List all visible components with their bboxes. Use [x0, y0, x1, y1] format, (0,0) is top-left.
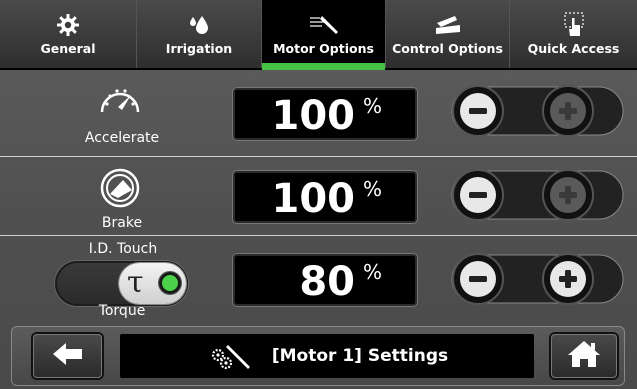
- tab-label: Quick Access: [527, 41, 620, 56]
- toggle-knob: τ: [119, 263, 186, 304]
- tab-label: Control Options: [392, 41, 503, 56]
- accelerate-increase-button[interactable]: [543, 86, 593, 136]
- torque-value: 80: [299, 259, 355, 305]
- brake-unit: %: [363, 177, 383, 201]
- id-touch-toggle[interactable]: τ: [55, 261, 188, 306]
- tau-symbol: τ: [127, 265, 144, 300]
- torque-increase-button[interactable]: [543, 254, 593, 304]
- tab-label: Motor Options: [273, 41, 374, 56]
- divider: [0, 156, 637, 157]
- accelerate-unit: %: [363, 94, 383, 118]
- brake-value: 100: [271, 176, 356, 222]
- speedometer-icon: [97, 84, 143, 120]
- back-arrow-icon: [51, 341, 85, 371]
- back-button[interactable]: [33, 334, 102, 378]
- tab-irrigation[interactable]: Irrigation: [137, 0, 262, 68]
- divider: [0, 235, 637, 236]
- tab-quick-access[interactable]: Quick Access: [510, 0, 637, 68]
- brake-label: Brake: [101, 215, 143, 231]
- tab-bar: General Irrigation Motor Options Control…: [0, 0, 637, 70]
- accelerate-decrease-button[interactable]: [453, 86, 503, 136]
- torque-unit: %: [363, 260, 383, 284]
- tab-label: Irrigation: [165, 41, 233, 56]
- foot-pedal-icon: [433, 13, 463, 37]
- settings-panel: Accelerate 100 % Brake 100 % I.D. Touch …: [0, 70, 637, 389]
- tab-general[interactable]: General: [0, 0, 137, 68]
- gear-icon: [56, 13, 80, 37]
- motor-settings-icon: [206, 337, 258, 375]
- torque-value-display: 80 %: [233, 254, 417, 306]
- brake-stepper: [450, 166, 625, 224]
- brake-value-display: 100 %: [233, 171, 417, 223]
- accelerate-stepper: [450, 82, 625, 140]
- screen-title: [Motor 1] Settings: [271, 346, 449, 366]
- tab-motor-options[interactable]: Motor Options: [262, 0, 386, 70]
- tab-control-options[interactable]: Control Options: [386, 0, 510, 68]
- accelerate-value: 100: [271, 93, 356, 139]
- tab-label: General: [40, 41, 96, 56]
- brake-decrease-button[interactable]: [453, 170, 503, 220]
- brake-increase-button[interactable]: [543, 170, 593, 220]
- accelerate-label: Accelerate: [84, 130, 160, 146]
- home-button[interactable]: [551, 334, 617, 378]
- home-icon: [567, 339, 601, 373]
- brake-icon: [99, 168, 141, 212]
- screen-title-bar: [Motor 1] Settings: [120, 334, 534, 378]
- touch-hand-icon: [562, 12, 586, 37]
- torque-stepper: [450, 250, 625, 308]
- status-led: [159, 272, 181, 294]
- torque-label: Torque: [98, 303, 146, 319]
- footer-bar: [Motor 1] Settings: [11, 326, 625, 386]
- id-touch-label: I.D. Touch: [88, 241, 158, 257]
- torque-decrease-button[interactable]: [453, 254, 503, 304]
- handpiece-icon: [306, 13, 342, 37]
- accelerate-value-display: 100 %: [233, 88, 417, 140]
- water-drops-icon: [187, 13, 211, 37]
